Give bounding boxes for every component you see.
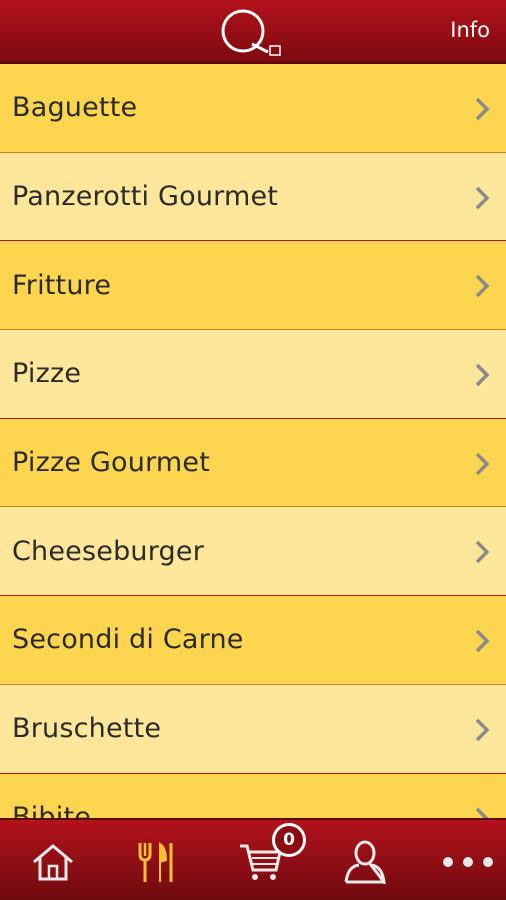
category-list[interactable]: Baguette Panzerotti Gourmet Fritture Piz…	[0, 64, 506, 818]
chevron-right-icon	[475, 629, 490, 653]
list-item-label: Panzerotti Gourmet	[12, 181, 279, 213]
chevron-right-icon	[475, 807, 489, 818]
list-item-bruschette[interactable]: Bruschette	[0, 684, 506, 774]
list-item-baguette[interactable]: Baguette	[0, 64, 506, 153]
tab-more[interactable]	[414, 820, 506, 900]
list-item-fritture[interactable]: Fritture	[0, 241, 506, 331]
chevron-right-icon	[475, 97, 490, 121]
list-item-pizze-gourmet[interactable]: Pizze Gourmet	[0, 418, 506, 508]
list-item-label: Baguette	[12, 92, 138, 124]
tab-profile[interactable]	[313, 820, 414, 900]
cutlery-icon	[138, 842, 173, 882]
chevron-right-icon	[475, 718, 490, 742]
tab-menu[interactable]	[101, 820, 202, 900]
chevron-right-icon	[475, 186, 490, 209]
list-item-bibite[interactable]: Bibite	[0, 773, 506, 818]
chevron-right-icon	[475, 541, 490, 564]
logo-icon	[221, 9, 281, 56]
chevron-right-icon	[475, 275, 490, 298]
list-item-pizze[interactable]: Pizze	[0, 330, 506, 419]
bottom-tab-bar	[0, 818, 506, 900]
list-item-label: Pizze Gourmet	[12, 447, 211, 479]
user-icon	[344, 840, 386, 884]
list-item-cheeseburger[interactable]: Cheeseburger	[0, 507, 506, 597]
list-item-label: Secondi di Carne	[12, 624, 244, 656]
tab-home[interactable]	[0, 820, 101, 900]
info-button[interactable]: Info	[450, 18, 490, 42]
list-item-label: Pizze	[12, 358, 82, 390]
list-item-label: Cheeseburger	[12, 535, 204, 567]
home-icon	[33, 844, 73, 881]
chevron-right-icon	[475, 363, 490, 387]
list-item-label: Fritture	[12, 269, 112, 301]
app-header: Info	[0, 0, 506, 64]
chevron-right-icon	[475, 452, 490, 475]
list-item-label: Bibite	[12, 801, 92, 818]
list-item-panzerotti-gourmet[interactable]: Panzerotti Gourmet	[0, 152, 506, 242]
list-item-secondi-di-carne[interactable]: Secondi di Carne	[0, 596, 506, 685]
cart-count-badge: 0	[272, 823, 306, 857]
list-item-label: Bruschette	[12, 713, 162, 745]
more-icon	[443, 857, 493, 867]
